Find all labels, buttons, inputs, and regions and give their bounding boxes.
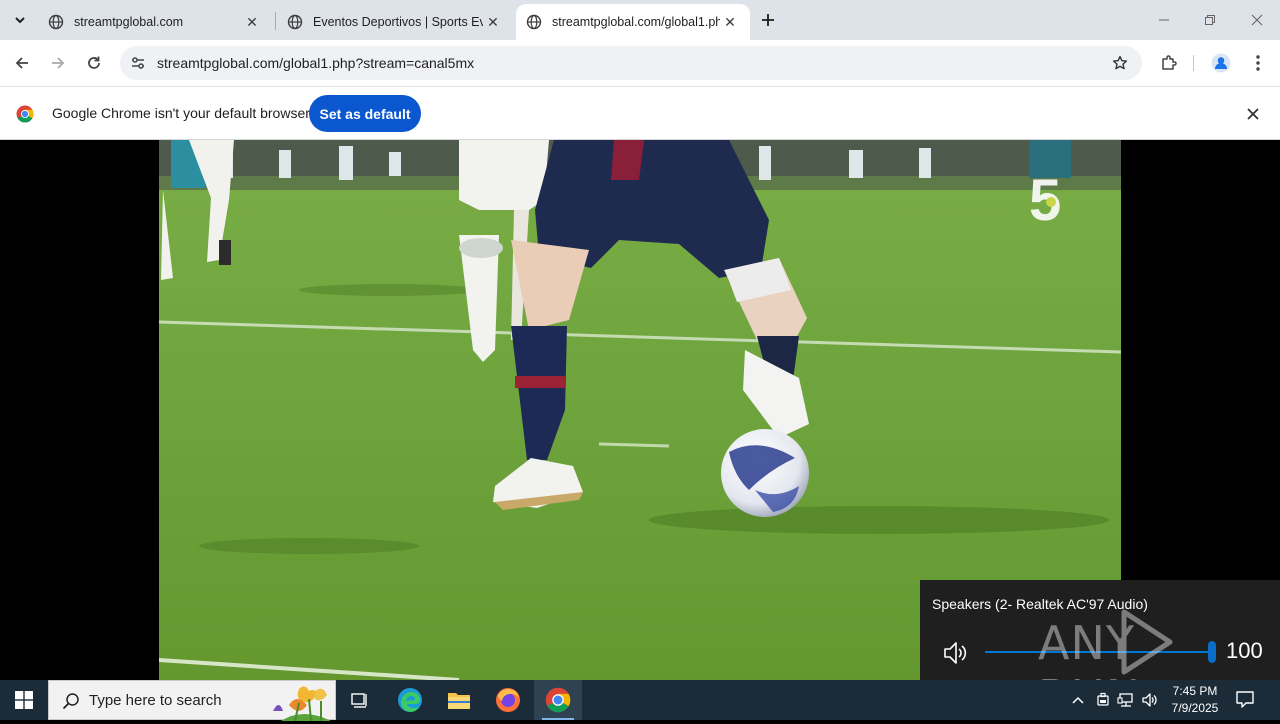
minimize-button[interactable] <box>1141 0 1187 40</box>
search-icon <box>62 693 79 710</box>
tab-close-icon[interactable]: ✕ <box>720 12 740 32</box>
address-bar[interactable]: streamtpglobal.com/global1.php?stream=ca… <box>120 46 1142 80</box>
arrow-right-icon <box>52 57 65 69</box>
volume-tray-icon[interactable] <box>1140 690 1160 710</box>
tab-strip: streamtpglobal.com ✕ Eventos Deportivos … <box>0 0 1280 40</box>
firefox-app-button[interactable] <box>484 680 532 720</box>
toolbar-separator <box>1193 55 1194 71</box>
battery-meet-icon[interactable] <box>1093 690 1113 710</box>
globe-icon <box>48 14 64 30</box>
extensions-button[interactable] <box>1155 49 1183 77</box>
taskbar-search-box[interactable]: Type here to search <box>48 680 336 721</box>
browser-toolbar: streamtpglobal.com/global1.php?stream=ca… <box>0 40 1280 86</box>
arrow-left-icon <box>15 57 28 69</box>
plus-icon <box>762 14 774 26</box>
tab-title: Eventos Deportivos | Sports Eve <box>313 15 483 29</box>
volume-slider-thumb[interactable] <box>1208 641 1216 663</box>
audio-device-name[interactable]: Speakers (2- Realtek AC'97 Audio) <box>932 596 1148 612</box>
start-button[interactable] <box>0 680 48 720</box>
close-window-button[interactable] <box>1234 0 1280 40</box>
profile-button[interactable] <box>1207 49 1235 77</box>
back-button[interactable] <box>8 49 36 77</box>
tab-close-icon[interactable]: ✕ <box>483 12 503 32</box>
file-explorer-app-button[interactable] <box>435 680 483 720</box>
volume-flyout: Speakers (2- Realtek AC'97 Audio) 100 <box>920 580 1280 680</box>
task-view-button[interactable] <box>336 680 384 720</box>
search-placeholder: Type here to search <box>89 692 222 709</box>
tab-streamtpglobal[interactable]: streamtpglobal.com ✕ <box>38 4 272 40</box>
show-hidden-icons-chevron-icon[interactable] <box>1068 690 1088 710</box>
task-view-icon <box>351 693 367 708</box>
channel-logo: 5 <box>1029 168 1061 233</box>
firefox-icon <box>496 688 520 712</box>
chrome-icon <box>545 687 571 713</box>
tab-search-button[interactable] <box>8 8 32 32</box>
clock-date: 7/9/2025 <box>1171 701 1219 715</box>
profile-icon <box>1211 53 1231 73</box>
menu-button[interactable] <box>1244 49 1272 77</box>
volume-slider-fill <box>985 651 1209 653</box>
set-as-default-button[interactable]: Set as default <box>309 95 421 132</box>
speaker-icon[interactable] <box>940 638 970 668</box>
new-tab-button[interactable] <box>756 8 780 32</box>
reload-button[interactable] <box>80 49 108 77</box>
svg-text:5: 5 <box>1029 168 1061 233</box>
tab-separator <box>275 12 276 30</box>
chevron-down-icon <box>15 17 25 24</box>
kebab-menu-icon <box>1256 55 1260 71</box>
minimize-icon <box>1159 19 1169 21</box>
edge-icon <box>398 688 422 712</box>
infobar-message: Google Chrome isn't your default browser <box>52 105 310 121</box>
infobar-close-icon[interactable] <box>1242 103 1264 125</box>
forward-button[interactable] <box>44 49 72 77</box>
tab-eventos-deportivos[interactable]: Eventos Deportivos | Sports Eve ✕ <box>277 4 513 40</box>
windows-logo-icon <box>15 691 33 709</box>
tab-title: streamtpglobal.com <box>74 15 184 29</box>
site-info-icon[interactable] <box>128 53 148 73</box>
tab-global1-active[interactable]: streamtpglobal.com/global1.ph ✕ <box>516 4 750 40</box>
system-clock[interactable]: 7:45 PM 7/9/2025 <box>1162 683 1228 717</box>
folder-icon <box>448 693 470 709</box>
url-text: streamtpglobal.com/global1.php?stream=ca… <box>157 55 475 71</box>
edge-app-button[interactable] <box>386 680 434 720</box>
windows-taskbar: Type here to search 7:45 PM 7/9/2025 <box>0 680 1280 721</box>
puzzle-icon <box>1162 55 1177 70</box>
close-icon <box>1251 14 1263 26</box>
network-icon[interactable] <box>1116 690 1136 710</box>
restore-icon <box>1205 15 1215 25</box>
notification-icon <box>1236 691 1254 708</box>
reload-icon <box>88 56 100 69</box>
clock-time: 7:45 PM <box>1172 684 1218 698</box>
volume-slider-track[interactable] <box>985 651 1209 653</box>
default-browser-infobar: Google Chrome isn't your default browser… <box>0 86 1280 140</box>
chrome-app-button[interactable] <box>534 680 582 720</box>
globe-icon <box>526 14 542 30</box>
tab-title: streamtpglobal.com/global1.ph <box>552 15 720 29</box>
restore-button[interactable] <box>1187 0 1233 40</box>
bookmark-star-icon[interactable] <box>1110 53 1130 73</box>
chrome-logo-icon <box>16 105 34 123</box>
notification-center-button[interactable] <box>1234 688 1260 712</box>
volume-level: 100 <box>1226 638 1263 663</box>
tab-close-icon[interactable]: ✕ <box>242 12 262 32</box>
globe-icon <box>287 14 303 30</box>
search-highlight-flowers-icon <box>273 686 331 721</box>
